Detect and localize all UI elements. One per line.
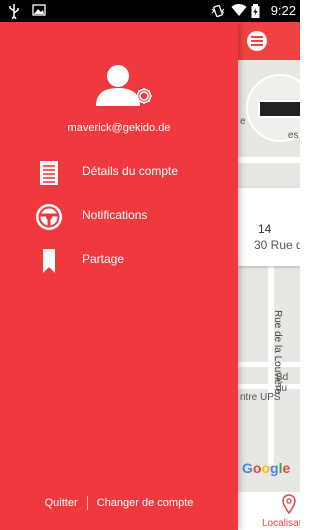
google-logo: Google	[242, 460, 291, 476]
map-card-address: 30 Rue de	[254, 238, 300, 252]
quit-link[interactable]: Quitter	[45, 497, 78, 509]
change-account-link[interactable]: Changer de compte	[97, 497, 194, 509]
vibrate-icon	[211, 3, 225, 19]
map-road	[238, 157, 300, 163]
menu-item-label: Partage	[82, 252, 125, 266]
map-store-marker[interactable]	[258, 100, 300, 118]
localise-label: Localisat	[262, 518, 300, 529]
screen: 9:22 e es 14 30 Rue de Rue de la Louvièr…	[0, 0, 300, 530]
image-icon	[32, 3, 46, 19]
location-pin-icon[interactable]	[282, 494, 296, 519]
user-settings-icon[interactable]	[92, 62, 156, 112]
map-poi-label: ntre UPS	[240, 392, 281, 403]
document-icon	[36, 160, 62, 186]
user-email: maverick@gekido.de	[67, 122, 171, 134]
menu-item-label: Détails du compte	[82, 164, 179, 178]
navigation-drawer: maverick@gekido.de Détails du compte Not…	[0, 22, 238, 530]
menu-item-notifications[interactable]: Notifications	[0, 196, 238, 236]
map-street-label: e	[240, 116, 246, 127]
status-bar: 9:22	[0, 0, 300, 22]
map-card-number: 14	[258, 222, 272, 236]
menu-item-label: Notifications	[82, 208, 148, 222]
drawer-footer: Quitter Changer de compte	[0, 496, 238, 510]
bookmark-icon	[36, 248, 62, 274]
battery-icon	[251, 3, 265, 19]
map-bottom-bar: Localisat	[238, 492, 300, 530]
footer-divider	[86, 496, 88, 510]
usb-icon	[8, 3, 22, 21]
map-street-label: es	[288, 130, 299, 141]
map-info-card[interactable]: 14 30 Rue de	[238, 188, 300, 266]
menu-item-sharing[interactable]: Partage	[0, 240, 238, 280]
menu-button[interactable]	[247, 31, 267, 51]
menu-item-account-details[interactable]: Détails du compte	[0, 152, 238, 192]
steering-wheel-icon	[34, 202, 64, 232]
wifi-icon	[231, 3, 247, 19]
map-street-label: Bd du	[276, 372, 289, 394]
status-time: 9:22	[270, 3, 296, 18]
